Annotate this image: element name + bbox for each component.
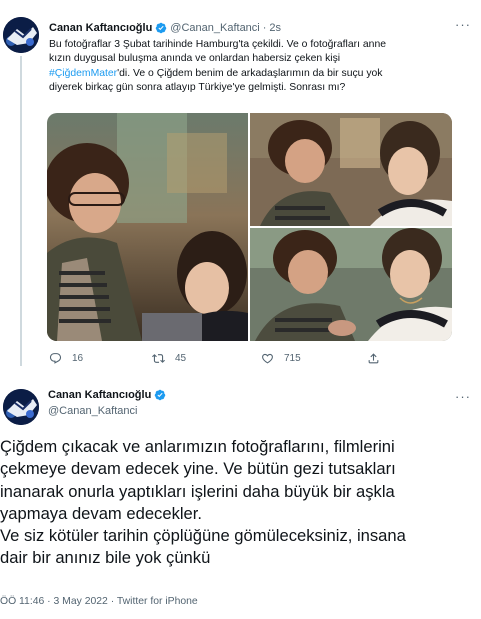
photo-2-image: [250, 113, 452, 226]
tweet-text: Çiğdem çıkacak ve anlarımızın fotoğrafla…: [0, 436, 478, 570]
tweet-header: Canan Kaftancıoğlu: [48, 389, 169, 401]
avatar-image: [3, 17, 39, 53]
like-button[interactable]: 715: [261, 352, 301, 365]
share-icon: [368, 353, 379, 364]
avatar-image: [3, 389, 39, 425]
photo-2[interactable]: [250, 113, 452, 226]
heart-icon: [262, 353, 273, 364]
photo-grid: [47, 113, 452, 341]
tweet-header: Canan Kaftancıoğlu @Canan_Kaftanci · 2s: [49, 22, 281, 34]
retweet-button[interactable]: 45: [152, 352, 186, 365]
author-name[interactable]: Canan Kaftancıoğlu: [48, 389, 151, 401]
verified-badge-icon: [156, 22, 167, 34]
tweet-thread-parent[interactable]: Canan Kaftancıoğlu @Canan_Kaftanci · 2s …: [0, 0, 481, 372]
verified-badge-icon: [155, 389, 166, 401]
tweet-text-line: çekmeye devam edecek yine. Ve bütün gezi…: [0, 459, 396, 479]
tweet-text-line: Çiğdem çıkacak ve anlarımızın fotoğrafla…: [0, 437, 395, 456]
tweet-text-line: kızın duygusal buluşma anında ve onlarda…: [49, 53, 341, 65]
reply-count: 16: [72, 353, 84, 364]
tweet-text: Bu fotoğraflar 3 Şubat tarihinde Hamburg…: [49, 38, 461, 96]
tweet-text-line: dair bir anınız bile yok çünkü: [0, 548, 211, 568]
more-horizontal-icon[interactable]: ···: [453, 17, 473, 32]
tweet-text-line: yapmaya devam edecekler.: [0, 503, 203, 523]
reply-icon: [49, 353, 62, 364]
tweet-text-line: diyerek birkaç gün sonra atlayıp Türkiye…: [49, 82, 346, 94]
share-button[interactable]: [367, 352, 390, 365]
like-count: 715: [284, 353, 301, 364]
author-avatar[interactable]: [3, 389, 39, 425]
retweet-count: 45: [175, 353, 187, 364]
tweet-text-line: Ve siz kötüler tarihin çöplüğüne gömülec…: [0, 526, 406, 546]
retweet-icon: [152, 354, 165, 363]
tweet-text-fragment: 'di. Ve o Çiğdem benim de arkadaşlarımın…: [117, 67, 383, 79]
photo-1-image: [47, 113, 248, 341]
tweet-timestamp[interactable]: 2s: [269, 22, 281, 34]
more-horizontal-icon[interactable]: ···: [453, 389, 473, 404]
reply-button[interactable]: 16: [49, 352, 83, 365]
author-name[interactable]: Canan Kaftancıoğlu: [49, 22, 152, 34]
author-handle[interactable]: @Canan_Kaftanci: [48, 405, 137, 417]
tweet-actions: 16 45 715: [49, 352, 449, 368]
hashtag-link[interactable]: #ÇiğdemMater: [49, 68, 117, 79]
thread-connector-line: [20, 56, 22, 366]
tweet-text-line: inanarak onurla yaptıkları işlerini daha…: [0, 481, 395, 501]
photo-1[interactable]: [47, 113, 248, 341]
tweet-text-line: #ÇiğdemMater'di. Ve o Çiğdem benim de ar…: [49, 67, 461, 81]
tweet-text-line: Bu fotoğraflar 3 Şubat tarihinde Hamburg…: [49, 39, 386, 50]
tweet-meta[interactable]: ÖÖ 11:46 · 3 May 2022 · Twitter for iPho…: [0, 596, 198, 607]
separator-dot: ·: [262, 22, 267, 34]
photo-3-image: [250, 228, 452, 341]
author-handle[interactable]: @Canan_Kaftanci: [170, 22, 259, 34]
author-avatar[interactable]: [3, 17, 39, 53]
photo-3[interactable]: [250, 228, 452, 341]
